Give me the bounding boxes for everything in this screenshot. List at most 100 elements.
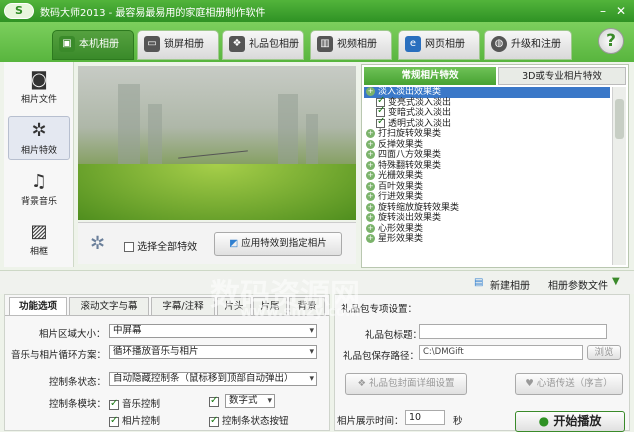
expand-icon[interactable]: + [366, 171, 375, 180]
control-state-select[interactable]: 自动隐藏控制条（鼠标移到顶部自动弹出） [109, 372, 317, 386]
tab-background[interactable]: 背景 [289, 297, 325, 315]
new-album-button[interactable]: 新建相册 [490, 277, 530, 292]
sidebar-item-photo-effects[interactable]: ✲ 相片特效 [8, 116, 70, 160]
expand-icon[interactable]: + [366, 202, 375, 212]
effect-label: 行进效果类 [378, 192, 424, 202]
window-title: 数码大师2013 - 最容易最易用的家庭相册制作软件 [40, 8, 266, 19]
effect-group[interactable]: + 四面八方效果类 [364, 150, 610, 161]
effect-label: 淡入淡出效果类 [378, 87, 442, 97]
apply-effects-button[interactable]: ◩ 应用特效到指定相片 [214, 232, 342, 256]
browse-button[interactable]: 浏览 [587, 345, 621, 360]
heart-message-button[interactable]: ♥ 心语传送（序言） [515, 373, 623, 395]
effect-label: 特殊翻转效果类 [378, 160, 442, 171]
effect-group[interactable]: + 反掸效果类 [364, 139, 610, 151]
tab-gift-album[interactable]: ❖ 礼品包相册 [222, 30, 304, 60]
music-icon: ♫ [30, 171, 48, 192]
select-all-effects[interactable]: 选择全部特效 [124, 238, 197, 253]
effects-scrollbar[interactable] [612, 87, 626, 265]
gift-icon: ❖ [229, 36, 245, 52]
expand-icon[interactable]: + [366, 150, 375, 159]
expand-icon[interactable]: + [366, 234, 375, 243]
gift-path-label: 礼品包保存路径： [343, 351, 420, 362]
digital-select[interactable]: 数字式 [225, 394, 275, 408]
gift-settings-title: 礼品包专项设置： [341, 304, 418, 315]
effect-group[interactable]: + 行进效果类 [364, 192, 610, 203]
help-button[interactable]: ? [598, 28, 624, 54]
effects-icon: ✲ [31, 120, 47, 141]
tab-web-album[interactable]: e 网页相册 [398, 30, 480, 60]
expand-icon[interactable]: + [366, 223, 375, 233]
minimize-icon[interactable]: – [596, 4, 610, 18]
music-control-option[interactable]: 音乐控制 [109, 396, 160, 410]
effect-group[interactable]: + 旋转缩放旋转效果类 [364, 202, 610, 214]
tab-standard-effects[interactable]: 常规相片特效 [364, 67, 496, 85]
tab-opening[interactable]: 片头 [217, 297, 251, 315]
select-all-checkbox[interactable] [124, 242, 134, 252]
effect-checkbox[interactable] [376, 117, 385, 128]
tab-3d-effects[interactable]: 3D或专业相片特效 [498, 67, 626, 85]
effect-group[interactable]: + 光栅效果类 [364, 171, 610, 182]
effect-label: 四面八方效果类 [378, 150, 442, 160]
effect-item[interactable]: 透明式淡入淡出 [364, 117, 610, 130]
heart-icon: ♥ [525, 378, 534, 389]
photo-control-option[interactable]: 相片控制 [109, 413, 160, 427]
preview-toolbar: ✲ 选择全部特效 ◩ 应用特效到指定相片 [78, 222, 356, 264]
effect-label: 旋转缩放旋转效果类 [378, 202, 460, 213]
effect-group[interactable]: + 星形效果类 [364, 234, 610, 245]
start-play-button[interactable]: ● 开始播放 [515, 411, 625, 432]
expand-icon[interactable]: + [366, 160, 375, 170]
tab-ending[interactable]: 片尾 [253, 297, 287, 315]
tab-local-album[interactable]: ▣ 本机相册 [52, 30, 134, 60]
gift-cover-icon: ❖ [357, 378, 366, 389]
effect-label: 光栅效果类 [378, 171, 424, 181]
control-state-button-checkbox[interactable] [209, 415, 219, 427]
effect-item[interactable]: 变暗式淡入淡出 [364, 106, 610, 119]
effect-group[interactable]: + 心形效果类 [364, 223, 610, 235]
effect-group[interactable]: + 旋转淡出效果类 [364, 213, 610, 224]
chevron-down-icon[interactable]: ▼ [612, 276, 620, 287]
display-time-input[interactable]: 10 [405, 410, 445, 425]
music-mode-select[interactable]: 循环播放音乐与相片 [109, 345, 317, 359]
expand-icon[interactable]: + [366, 181, 375, 191]
digital-option[interactable] [209, 395, 219, 407]
expand-icon[interactable]: + [366, 129, 375, 138]
tab-video-album[interactable]: ▥ 视频相册 [310, 30, 392, 60]
effect-label: 变暗式淡入淡出 [388, 108, 452, 118]
sidebar-item-frame[interactable]: ▨ 相框 [8, 218, 70, 262]
expand-icon[interactable]: + [366, 87, 375, 96]
tab-upgrade-register[interactable]: ◍ 升级和注册 [484, 30, 572, 60]
effect-label: 心形效果类 [378, 223, 424, 234]
digital-checkbox[interactable] [209, 395, 219, 407]
tab-scroll-text[interactable]: 滚动文字与幕 [69, 297, 149, 315]
expand-icon[interactable]: + [366, 139, 375, 149]
title-bar: S 数码大师2013 - 最容易最易用的家庭相册制作软件 – ✕ [0, 0, 634, 22]
photo-control-checkbox[interactable] [109, 415, 119, 427]
effect-group[interactable]: + 淡入淡出效果类 [364, 87, 610, 98]
control-module-label: 控制条模块： [49, 399, 107, 410]
gift-title-input[interactable] [419, 324, 607, 339]
effect-label: 透明式淡入淡出 [388, 118, 452, 129]
effect-group[interactable]: + 特殊翻转效果类 [364, 160, 610, 172]
effect-group[interactable]: + 百叶效果类 [364, 181, 610, 193]
close-icon[interactable]: ✕ [614, 4, 628, 18]
tab-function-options[interactable]: 功能选项 [9, 297, 67, 315]
gift-title-label: 礼品包标题： [365, 330, 423, 341]
control-state-button-option[interactable]: 控制条状态按钮 [209, 413, 289, 427]
sidebar-item-photo-files[interactable]: ◙ 相片文件 [8, 66, 70, 110]
expand-icon[interactable]: + [366, 192, 375, 201]
gift-path-input[interactable]: C:\DMGift [419, 345, 583, 360]
effects-small-icon: ✲ [90, 233, 106, 254]
tab-subtitles[interactable]: 字幕/注释 [151, 297, 215, 315]
frame-icon: ▨ [30, 221, 48, 242]
photo-preview [78, 66, 356, 220]
album-params-button[interactable]: 相册参数文件 [548, 277, 608, 292]
gift-cover-settings-button[interactable]: ❖ 礼品包封面详细设置 [345, 373, 467, 395]
effect-group[interactable]: + 打扫旋转效果类 [364, 129, 610, 140]
music-control-checkbox[interactable] [109, 398, 119, 410]
sidebar-item-background-music[interactable]: ♫ 背景音乐 [8, 168, 70, 212]
area-size-select[interactable]: 中屏幕 [109, 324, 317, 338]
tab-lockscreen-album[interactable]: ▭ 锁屏相册 [137, 30, 219, 60]
scrollbar-thumb[interactable] [615, 99, 624, 139]
effect-item[interactable]: 变亮式淡入淡出 [364, 96, 610, 109]
expand-icon[interactable]: + [366, 213, 375, 222]
